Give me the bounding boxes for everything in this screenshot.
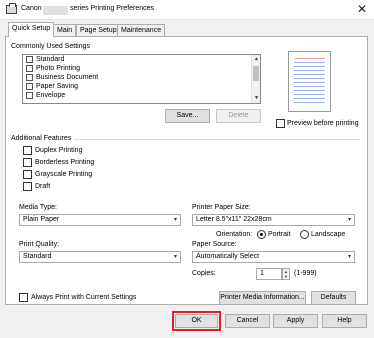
list-item[interactable]: Paper Saving [23, 82, 260, 91]
copies-label: Copies: [192, 270, 216, 277]
preview-line [294, 58, 325, 59]
preview-line [294, 90, 325, 91]
cancel-button[interactable]: Cancel [225, 314, 270, 328]
landscape-label: Landscape [311, 231, 346, 238]
printer-media-information-button[interactable]: Printer Media Information... [219, 291, 306, 305]
tab-quick-setup[interactable]: Quick Setup [8, 22, 55, 37]
list-item[interactable]: Envelope [23, 91, 260, 100]
preview-line [294, 78, 325, 79]
scroll-thumb[interactable] [253, 66, 259, 81]
draft-checkbox[interactable] [23, 182, 32, 191]
spin-down-icon[interactable]: ▼ [283, 274, 289, 279]
preview-before-printing-checkbox[interactable] [276, 119, 285, 128]
close-icon[interactable]: ✕ [353, 1, 371, 18]
orientation-label: Orientation: [216, 231, 253, 238]
copies-range: (1-999) [294, 270, 317, 277]
preview-line [294, 98, 325, 99]
group-divider [74, 139, 360, 140]
defaults-button[interactable]: Defaults [311, 291, 356, 305]
ok-highlight-box [172, 311, 221, 331]
tab-main[interactable]: Main [53, 24, 77, 36]
window-title-suffix: series Printing Preferences [70, 5, 155, 12]
chevron-down-icon: ▾ [347, 254, 351, 260]
chevron-down-icon: ▾ [173, 254, 177, 260]
scroll-down-icon[interactable]: ▼ [252, 95, 260, 101]
save-button[interactable]: Save... [165, 109, 210, 123]
portrait-label: Portrait [268, 231, 291, 238]
tab-maintenance[interactable]: Maintenance [117, 24, 166, 36]
window-title-prefix: Canon [21, 5, 42, 12]
tab-page-setup[interactable]: Page Setup [76, 24, 121, 36]
media-type-label: Media Type: [19, 204, 58, 211]
commonly-used-settings-label: Commonly Used Settings [11, 43, 90, 50]
borderless-printing-checkbox[interactable] [23, 158, 32, 167]
paper-source-label: Paper Source: [192, 241, 237, 248]
grayscale-printing-label: Grayscale Printing [35, 171, 93, 178]
always-print-checkbox[interactable] [19, 293, 28, 302]
paper-source-select[interactable]: Automatically Select ▾ [192, 251, 355, 263]
chevron-down-icon: ▾ [173, 217, 177, 223]
help-button[interactable]: Help [322, 314, 367, 328]
redacted-model-name [43, 6, 68, 15]
duplex-printing-checkbox[interactable] [23, 146, 32, 155]
printer-paper-size-select[interactable]: Letter 8.5"x11" 22x28cm ▾ [192, 214, 355, 226]
duplex-printing-label: Duplex Printing [35, 147, 83, 154]
landscape-radio[interactable] [300, 230, 309, 239]
print-quality-label: Print Quality: [19, 241, 60, 248]
photo-icon [26, 65, 33, 72]
apply-button[interactable]: Apply [273, 314, 318, 328]
grayscale-printing-checkbox[interactable] [23, 170, 32, 179]
additional-features-label: Additional Features [11, 135, 72, 142]
media-type-select[interactable]: Plain Paper ▾ [19, 214, 181, 226]
document-icon [26, 74, 33, 81]
envelope-icon [26, 92, 33, 99]
preview-before-printing-label: Preview before printing [287, 120, 359, 127]
preview-line [294, 74, 325, 75]
list-scrollbar[interactable]: ▲ ▼ [251, 55, 260, 103]
always-print-label: Always Print with Current Settings [31, 294, 137, 301]
portrait-radio[interactable] [257, 230, 266, 239]
print-quality-select[interactable]: Standard ▾ [19, 251, 181, 263]
list-item[interactable]: Standard [23, 55, 260, 64]
preview-line [294, 70, 325, 71]
preview-line [294, 82, 325, 83]
document-icon [26, 56, 33, 63]
preview-line [294, 86, 325, 87]
preview-line [294, 66, 325, 67]
paper-preview [288, 51, 331, 112]
printer-icon [6, 3, 17, 14]
paper-saving-icon [26, 83, 33, 90]
copies-input[interactable]: 1 [256, 268, 282, 280]
draft-label: Draft [35, 183, 51, 190]
copies-stepper[interactable]: ▲ ▼ [282, 268, 290, 280]
list-item[interactable]: Business Document [23, 73, 260, 82]
commonly-used-settings-list[interactable]: Standard Photo Printing Business Documen… [22, 54, 261, 104]
preview-line [294, 94, 325, 95]
list-item[interactable]: Photo Printing [23, 64, 260, 73]
printer-paper-size-label: Printer Paper Size: [192, 204, 251, 211]
preview-line [294, 62, 325, 63]
preview-line [294, 102, 325, 103]
delete-button[interactable]: Delete [216, 109, 261, 123]
chevron-down-icon: ▾ [347, 217, 351, 223]
scroll-up-icon[interactable]: ▲ [252, 56, 260, 62]
borderless-printing-label: Borderless Printing [35, 159, 95, 166]
